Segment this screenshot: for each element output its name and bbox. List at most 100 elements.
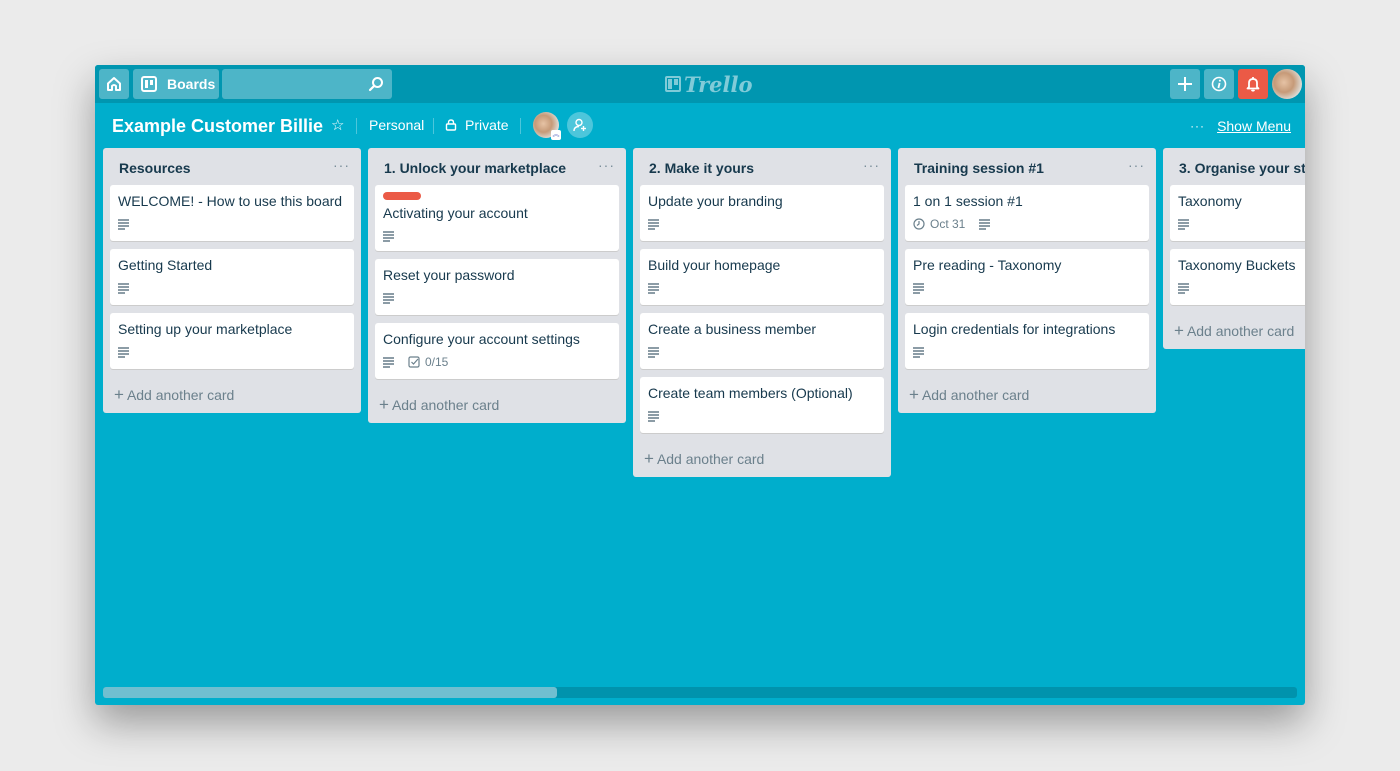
add-card-label: Add another card bbox=[656, 451, 765, 467]
add-card-button[interactable]: + Add another card bbox=[110, 377, 354, 413]
due-date-text: Oct 31 bbox=[930, 217, 966, 231]
add-card-button[interactable]: + Add another card bbox=[375, 387, 619, 423]
card[interactable]: Update your branding bbox=[640, 185, 884, 241]
list: Resources ··· WELCOME! - How to use this b… bbox=[103, 148, 361, 413]
card-badges bbox=[648, 216, 876, 232]
description-icon bbox=[648, 283, 659, 294]
add-card-button[interactable]: + Add another card bbox=[1170, 313, 1305, 349]
add-card-label: Add another card bbox=[1186, 323, 1295, 339]
admin-chevron-icon: ︽ bbox=[551, 130, 561, 140]
header-divider bbox=[520, 118, 521, 134]
description-icon bbox=[1178, 219, 1189, 230]
list: Training session #1 ··· 1 on 1 session #1 O… bbox=[898, 148, 1156, 413]
team-button[interactable]: Personal bbox=[369, 117, 424, 133]
plus-icon: + bbox=[1174, 321, 1184, 340]
trello-logo[interactable]: Trello bbox=[665, 72, 753, 97]
card-badges bbox=[118, 216, 346, 232]
show-menu[interactable]: ··· Show Menu bbox=[1190, 118, 1291, 134]
board-member-avatar[interactable]: ︽ bbox=[533, 112, 561, 140]
list-title[interactable]: Training session #1 bbox=[914, 160, 1044, 176]
card-label[interactable] bbox=[383, 192, 421, 200]
list-menu-icon[interactable]: ··· bbox=[863, 157, 880, 173]
star-board-button[interactable]: ☆ bbox=[331, 116, 344, 134]
list-header: Resources ··· bbox=[110, 148, 354, 185]
search-icon bbox=[368, 77, 383, 92]
list-header: 2. Make it yours ··· bbox=[640, 148, 884, 185]
description-icon bbox=[118, 219, 129, 230]
card-badges bbox=[1178, 216, 1305, 232]
clock-icon bbox=[913, 218, 925, 230]
create-button[interactable] bbox=[1170, 69, 1200, 99]
description-icon bbox=[118, 283, 129, 294]
description-icon bbox=[913, 347, 924, 358]
list-header: Training session #1 ··· bbox=[905, 148, 1149, 185]
card-badges bbox=[913, 344, 1141, 360]
top-nav-bar: Boards Trello bbox=[95, 65, 1305, 103]
card-badges: 0/15 bbox=[383, 354, 611, 370]
board-title[interactable]: Example Customer Billie bbox=[112, 116, 323, 137]
description-icon bbox=[648, 347, 659, 358]
description-icon bbox=[913, 283, 924, 294]
notifications-button[interactable] bbox=[1238, 69, 1268, 99]
plus-icon: + bbox=[379, 395, 389, 414]
list-menu-icon[interactable]: ··· bbox=[598, 157, 615, 173]
card[interactable]: Reset your password bbox=[375, 259, 619, 315]
bell-icon bbox=[1246, 77, 1260, 92]
card-title: Create team members (Optional) bbox=[648, 385, 853, 401]
boards-button[interactable]: Boards bbox=[133, 69, 219, 99]
plus-icon bbox=[1178, 77, 1192, 91]
search-input[interactable] bbox=[222, 69, 392, 99]
card[interactable]: WELCOME! - How to use this board bbox=[110, 185, 354, 241]
card[interactable]: Setting up your marketplace bbox=[110, 313, 354, 369]
board-header: Example Customer Billie ☆ Personal Priva… bbox=[95, 103, 1305, 148]
card[interactable]: Configure your account settings 0/15 bbox=[375, 323, 619, 379]
boards-icon bbox=[141, 76, 157, 92]
card[interactable]: Taxonomy bbox=[1170, 185, 1305, 241]
header-divider bbox=[433, 118, 434, 134]
card[interactable]: 1 on 1 session #1 Oct 31 bbox=[905, 185, 1149, 241]
card-badges bbox=[648, 408, 876, 424]
description-icon bbox=[383, 231, 394, 242]
info-icon bbox=[1211, 76, 1227, 92]
list-menu-icon[interactable]: ··· bbox=[333, 157, 350, 173]
scrollbar-thumb[interactable] bbox=[103, 687, 557, 698]
user-avatar[interactable] bbox=[1272, 69, 1302, 99]
list: 2. Make it yours ··· Update your branding B… bbox=[633, 148, 891, 477]
checklist-icon bbox=[408, 356, 420, 368]
card-title: Create a business member bbox=[648, 321, 817, 337]
horizontal-scrollbar[interactable] bbox=[103, 687, 1297, 698]
card-title: Update your branding bbox=[648, 193, 783, 209]
trello-board-window: Boards Trello Example Customer Billie ☆ … bbox=[95, 65, 1305, 705]
add-card-button[interactable]: + Add another card bbox=[905, 377, 1149, 413]
list-title[interactable]: 1. Unlock your marketplace bbox=[384, 160, 566, 176]
list-title[interactable]: 2. Make it yours bbox=[649, 160, 754, 176]
card-title: 1 on 1 session #1 bbox=[913, 193, 1023, 209]
card[interactable]: Create team members (Optional) bbox=[640, 377, 884, 433]
card[interactable]: Build your homepage bbox=[640, 249, 884, 305]
card[interactable]: Getting Started bbox=[110, 249, 354, 305]
card-title: Taxonomy bbox=[1178, 193, 1242, 209]
home-icon bbox=[107, 77, 121, 91]
card-title: Taxonomy Buckets bbox=[1178, 257, 1296, 273]
show-menu-link[interactable]: Show Menu bbox=[1217, 118, 1291, 134]
card[interactable]: Create a business member bbox=[640, 313, 884, 369]
list-title[interactable]: 3. Organise your store bbox=[1179, 160, 1305, 176]
add-member-icon bbox=[573, 118, 586, 132]
card[interactable]: Login credentials for integrations bbox=[905, 313, 1149, 369]
card[interactable]: Activating your account bbox=[375, 185, 619, 251]
description-icon bbox=[383, 357, 394, 368]
list-title[interactable]: Resources bbox=[119, 160, 191, 176]
visibility-button[interactable]: Private bbox=[445, 117, 509, 133]
list-menu-icon[interactable]: ··· bbox=[1128, 157, 1145, 173]
card[interactable]: Pre reading - Taxonomy bbox=[905, 249, 1149, 305]
home-button[interactable] bbox=[99, 69, 129, 99]
info-button[interactable] bbox=[1204, 69, 1234, 99]
invite-member-button[interactable] bbox=[567, 112, 593, 138]
add-card-button[interactable]: + Add another card bbox=[640, 441, 884, 477]
add-card-label: Add another card bbox=[391, 397, 500, 413]
card-badges bbox=[1178, 280, 1305, 296]
card[interactable]: Taxonomy Buckets bbox=[1170, 249, 1305, 305]
card-title: Getting Started bbox=[118, 257, 213, 273]
description-icon bbox=[118, 347, 129, 358]
add-card-label: Add another card bbox=[126, 387, 235, 403]
